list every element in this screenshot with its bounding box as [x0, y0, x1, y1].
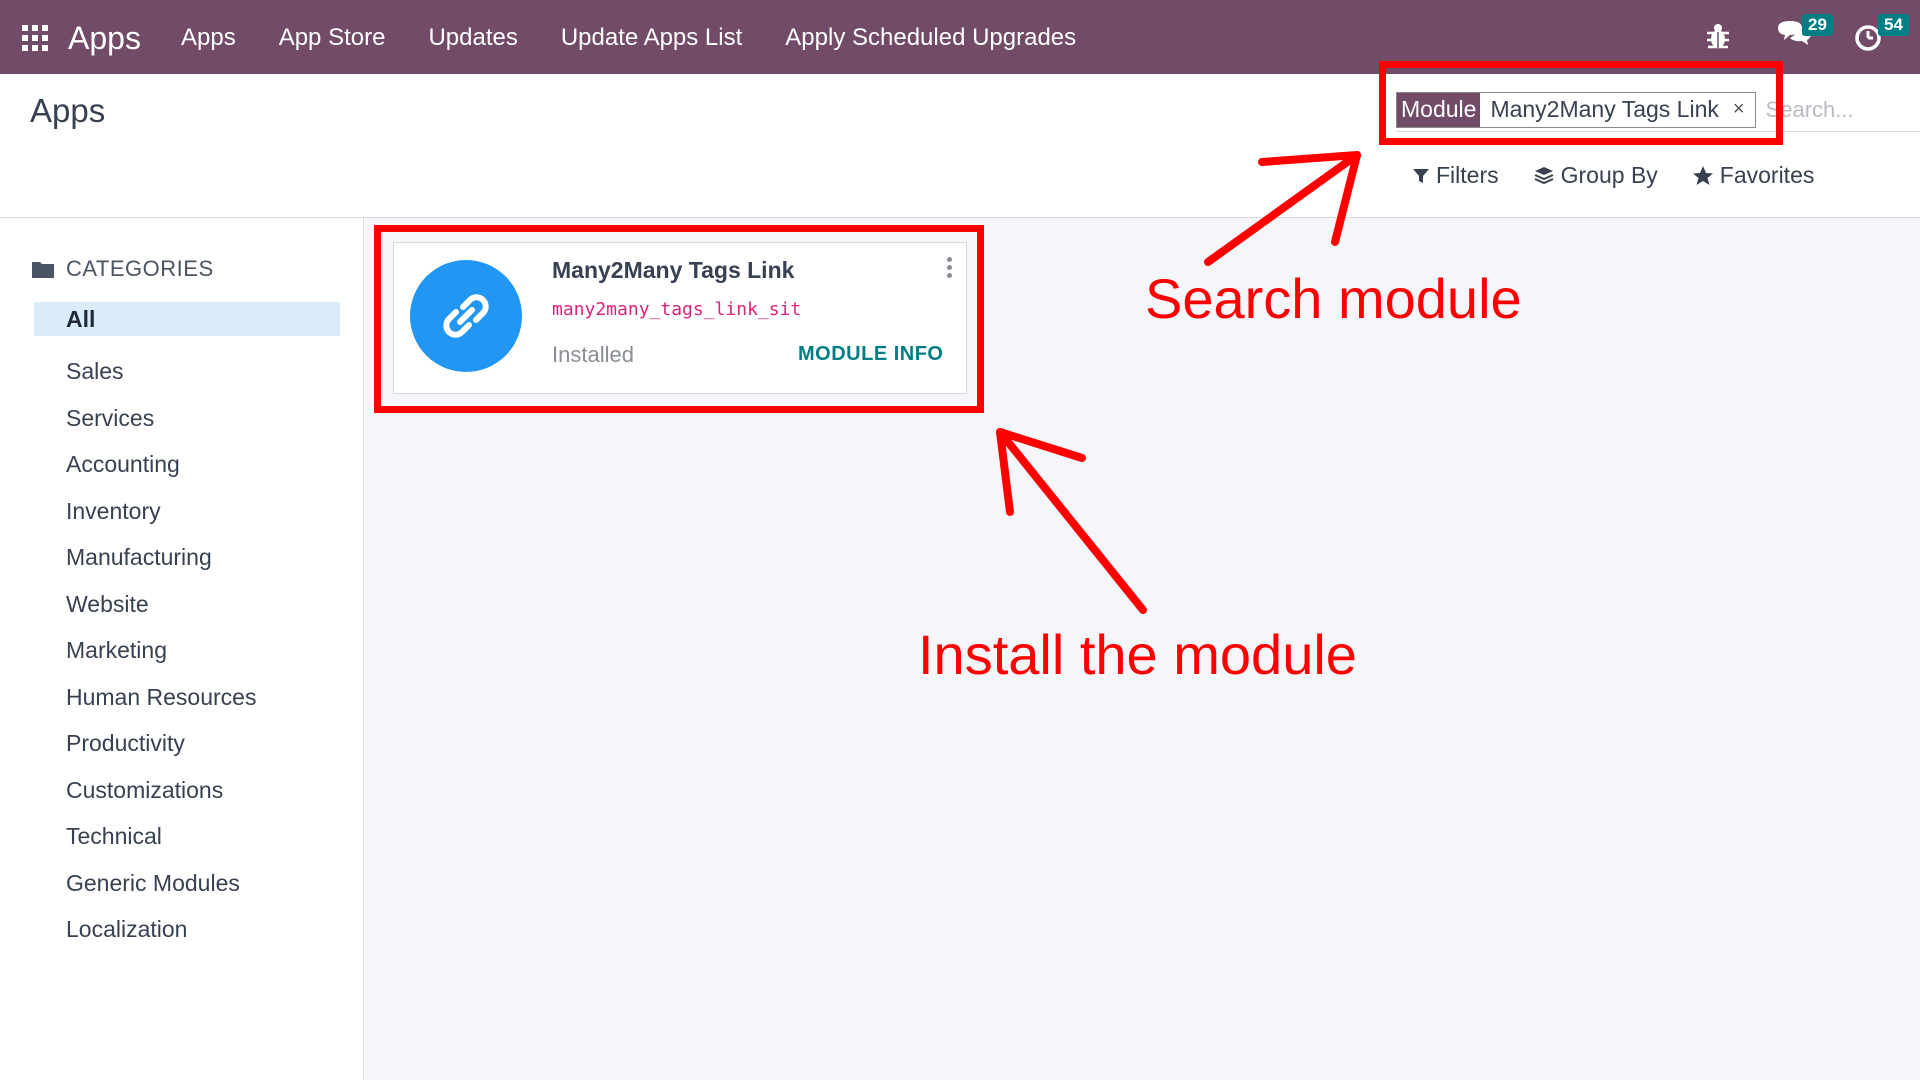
group-by-button[interactable]: Group By: [1533, 162, 1658, 189]
category-item-customizations[interactable]: Customizations: [34, 767, 340, 814]
folder-icon: [32, 262, 54, 278]
messages-chat-icon[interactable]: 29: [1774, 14, 1833, 56]
category-item-sales[interactable]: Sales: [34, 348, 340, 395]
activity-clock-icon[interactable]: 54: [1850, 14, 1909, 56]
search-highlight-box: [1379, 61, 1783, 145]
main-menu: Apps App Store Updates Update Apps List …: [181, 24, 1076, 52]
app-brand[interactable]: Apps: [68, 20, 141, 57]
category-item-all[interactable]: All: [34, 302, 340, 336]
activities-count-badge: 54: [1878, 14, 1909, 36]
menu-updates[interactable]: Updates: [428, 24, 517, 52]
filter-icon: [1413, 168, 1429, 183]
systray: 29 54: [1698, 14, 1909, 56]
filters-label: Filters: [1436, 162, 1499, 188]
install-module-annotation: Install the module: [918, 623, 1357, 686]
category-item-productivity[interactable]: Productivity: [34, 720, 340, 767]
search-module-annotation: Search module: [1145, 267, 1522, 330]
category-list: All Sales Services Accounting Inventory …: [34, 302, 340, 953]
category-item-manufacturing[interactable]: Manufacturing: [34, 534, 340, 581]
group-by-label: Group By: [1560, 162, 1658, 188]
debug-bug-icon[interactable]: [1698, 16, 1738, 56]
category-item-services[interactable]: Services: [34, 395, 340, 442]
app-grid-icon[interactable]: [22, 25, 48, 51]
page-title: Apps: [30, 92, 106, 129]
filters-button[interactable]: Filters: [1412, 162, 1499, 189]
category-sidebar: CATEGORIES All Sales Services Accounting…: [0, 218, 364, 1080]
favorites-label: Favorites: [1719, 162, 1815, 188]
layers-icon: [1534, 166, 1554, 184]
category-item-localization[interactable]: Localization: [34, 906, 340, 953]
search-options: Filters Group By Favorites: [1412, 162, 1814, 189]
category-item-accounting[interactable]: Accounting: [34, 441, 340, 488]
menu-app-store[interactable]: App Store: [279, 24, 386, 52]
star-icon: [1692, 165, 1713, 185]
category-item-technical[interactable]: Technical: [34, 813, 340, 860]
module-highlight-box: [374, 225, 984, 413]
category-item-human-resources[interactable]: Human Resources: [34, 674, 340, 721]
menu-apps[interactable]: Apps: [181, 24, 236, 52]
category-item-website[interactable]: Website: [34, 581, 340, 628]
menu-apply-scheduled-upgrades[interactable]: Apply Scheduled Upgrades: [785, 24, 1076, 52]
categories-header: CATEGORIES: [32, 256, 214, 282]
category-item-marketing[interactable]: Marketing: [34, 627, 340, 674]
category-item-generic-modules[interactable]: Generic Modules: [34, 860, 340, 907]
favorites-button[interactable]: Favorites: [1692, 162, 1815, 189]
categories-header-label: CATEGORIES: [66, 256, 214, 281]
messages-count-badge: 29: [1802, 14, 1833, 36]
menu-update-apps-list[interactable]: Update Apps List: [561, 24, 742, 52]
category-item-inventory[interactable]: Inventory: [34, 488, 340, 535]
